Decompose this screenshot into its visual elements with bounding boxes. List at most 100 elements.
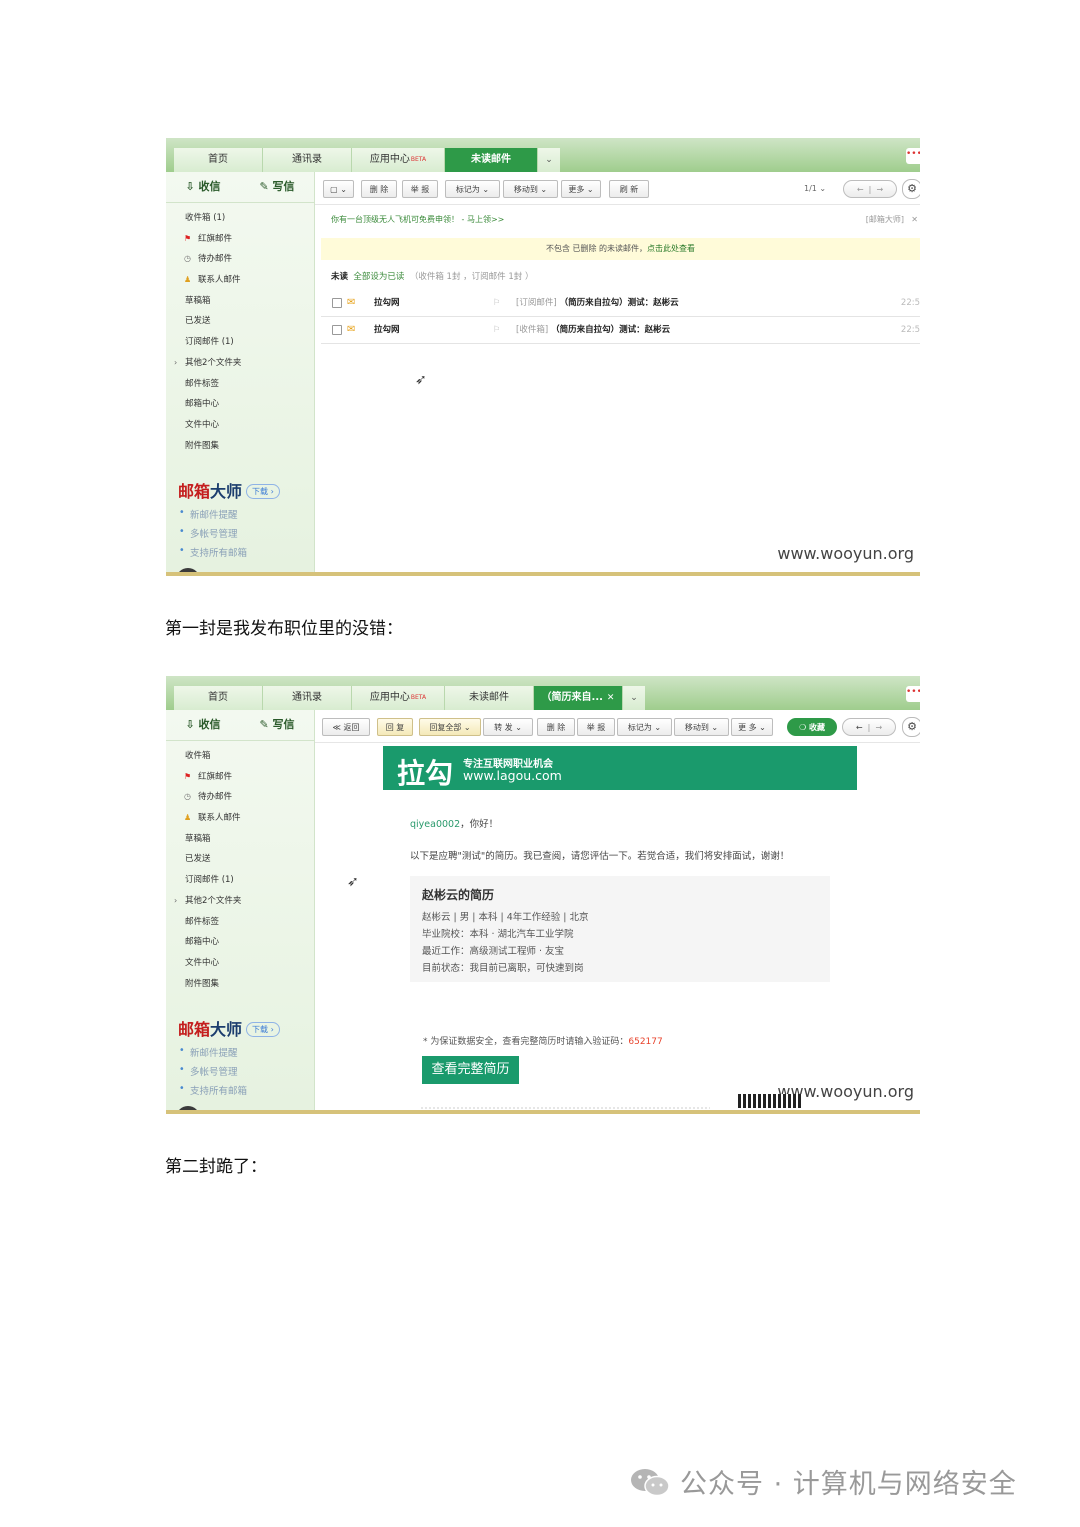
more-dropdown[interactable]: 更多 ⌄ <box>561 180 601 198</box>
mark-all-read-link[interactable]: 全部设为已读 <box>353 272 404 282</box>
folder-flagged[interactable]: ⚑ 红旗邮件 <box>166 767 314 788</box>
refresh-button[interactable]: 刷 新 <box>609 180 649 198</box>
folder-label: 其他2个文件夹 <box>185 357 242 368</box>
tab-contacts[interactable]: 通讯录 <box>263 148 352 172</box>
mail-row[interactable]: ✉ 拉勾网 ⚐ [收件箱] （简历来自拉勾）测试：赵彬云 22:5 <box>321 317 920 344</box>
folder-contacts-mail[interactable]: ♟ 联系人邮件 <box>166 808 314 829</box>
folder-flagged[interactable]: ⚑ 红旗邮件 <box>166 229 314 250</box>
banner-url[interactable]: www.lagou.com <box>463 768 562 783</box>
prev-next-arrows[interactable]: ← | → <box>843 180 897 198</box>
view-here-link[interactable]: 点击此处查看 <box>647 244 695 253</box>
report-button[interactable]: 举 报 <box>577 718 615 736</box>
list-toolbar: ▢ ⌄ 删 除 举 报 标记为 ⌄ 移动到 ⌄ 更多 ⌄ 刷 新 1/1 ⌄ ←… <box>315 172 920 205</box>
receive-label: 收信 <box>198 180 221 193</box>
receive-mail-button[interactable]: ⇩ 收信 <box>166 710 240 740</box>
folder-attachments[interactable]: 附件图集 <box>166 974 314 995</box>
delete-button[interactable]: 删 除 <box>361 180 397 198</box>
folder-todo[interactable]: ◷ 待办邮件 <box>166 787 314 808</box>
arrow-left-icon[interactable]: ← <box>856 723 863 732</box>
view-full-resume-button[interactable]: 查看完整简历 <box>422 1056 519 1084</box>
move-to-dropdown[interactable]: 移动到 ⌄ <box>503 180 558 198</box>
contact-icon: ♟ <box>184 813 192 823</box>
tab-unread-mail[interactable]: 未读邮件 <box>445 148 538 172</box>
folder-file-center[interactable]: 文件中心 <box>166 953 314 974</box>
report-button[interactable]: 举 报 <box>402 180 438 198</box>
verify-code: 652177 <box>628 1037 663 1047</box>
contact-icon: ♟ <box>184 275 192 285</box>
select-all-checkbox[interactable]: ▢ ⌄ <box>323 180 354 198</box>
folder-other[interactable]: › 其他2个文件夹 <box>166 353 314 374</box>
reply-button[interactable]: 回 复 <box>377 718 413 736</box>
delete-button[interactable]: 删 除 <box>537 718 575 736</box>
folder-attachments[interactable]: 附件图集 <box>166 436 314 457</box>
folder-other[interactable]: › 其他2个文件夹 <box>166 891 314 912</box>
collect-button[interactable]: ❍ 收藏 <box>787 718 837 736</box>
chevron-down-icon[interactable]: ⌄ <box>538 148 560 172</box>
close-icon[interactable]: ✕ <box>911 212 918 228</box>
arrow-right-icon[interactable]: → <box>876 185 883 194</box>
gear-icon[interactable]: ⚙ <box>902 717 920 737</box>
arrow-left-icon[interactable]: ← <box>857 185 864 194</box>
gear-icon[interactable]: ⚙ <box>902 179 920 199</box>
tab-app-center[interactable]: 应用中心BETA <box>352 686 445 710</box>
prev-next-arrows[interactable]: ← | → <box>842 718 896 736</box>
flag-icon: ⚑ <box>184 771 192 781</box>
flag-outline-icon[interactable]: ⚐ <box>493 290 501 316</box>
folder-file-center[interactable]: 文件中心 <box>166 415 314 436</box>
more-dots-icon[interactable]: ••• <box>906 148 920 164</box>
promo-item: 支持所有邮箱 <box>178 1083 308 1097</box>
promo-item: 多帐号管理 <box>178 1064 308 1078</box>
reply-all-button[interactable]: 回复全部 ⌄ <box>419 718 481 736</box>
folder-inbox[interactable]: 收件箱 <box>166 746 314 767</box>
more-dots-icon[interactable]: ••• <box>906 686 920 702</box>
write-mail-button[interactable]: ✎ 写信 <box>240 710 314 740</box>
inbox-download-icon: ⇩ <box>185 718 195 731</box>
flag-outline-icon[interactable]: ⚐ <box>493 317 501 343</box>
folder-mail-center[interactable]: 邮箱中心 <box>166 932 314 953</box>
write-mail-button[interactable]: ✎ 写信 <box>240 172 314 202</box>
receive-mail-button[interactable]: ⇩ 收信 <box>166 172 240 202</box>
download-button[interactable]: 下载 › <box>246 1022 280 1037</box>
row-checkbox[interactable] <box>332 325 342 335</box>
tab-open-mail[interactable]: （简历来自... ✕ <box>534 686 623 710</box>
chevron-down-icon[interactable]: ⌄ <box>464 723 471 732</box>
folder-tags[interactable]: 邮件标签 <box>166 374 314 395</box>
chevron-down-icon[interactable]: ⌄ <box>515 723 522 732</box>
folder-drafts[interactable]: 草稿箱 <box>166 829 314 850</box>
forward-button[interactable]: 转 发 ⌄ <box>483 718 533 736</box>
tab-home[interactable]: 首页 <box>174 686 263 710</box>
arrow-right-icon[interactable]: → <box>875 723 882 732</box>
mail-row[interactable]: ✉ 拉勾网 ⚐ [订阅邮件] （简历来自拉勾）测试：赵彬云 22:5 <box>321 290 920 317</box>
move-to-dropdown[interactable]: 移动到 ⌄ <box>674 718 729 736</box>
tab-home[interactable]: 首页 <box>174 148 263 172</box>
notice-text[interactable]: 你有一台顶级无人飞机可免费申领！ - 马上领>> <box>331 215 504 224</box>
folder-tags[interactable]: 邮件标签 <box>166 912 314 933</box>
folder-label: 联系人邮件 <box>198 275 241 286</box>
tab-contacts[interactable]: 通讯录 <box>263 686 352 710</box>
folder-inbox[interactable]: 收件箱 (1) <box>166 208 314 229</box>
page-indicator[interactable]: 1/1 ⌄ <box>804 184 826 193</box>
tab-unread-mail[interactable]: 未读邮件 <box>445 686 534 710</box>
folder-drafts[interactable]: 草稿箱 <box>166 291 314 312</box>
row-checkbox[interactable] <box>332 298 342 308</box>
wechat-icon <box>631 1469 670 1497</box>
folder-mail-center[interactable]: 邮箱中心 <box>166 394 314 415</box>
close-icon[interactable]: ✕ <box>607 693 615 703</box>
folder-sent[interactable]: 已发送 <box>166 849 314 870</box>
folder-subscriptions[interactable]: 订阅邮件 (1) <box>166 870 314 891</box>
folder-sent[interactable]: 已发送 <box>166 311 314 332</box>
mark-as-dropdown[interactable]: 标记为 ⌄ <box>617 718 672 736</box>
folder-contacts-mail[interactable]: ♟ 联系人邮件 <box>166 270 314 291</box>
mark-as-dropdown[interactable]: 标记为 ⌄ <box>445 180 500 198</box>
download-button[interactable]: 下载 › <box>246 484 280 499</box>
tab-app-center[interactable]: 应用中心BETA <box>352 148 445 172</box>
back-button[interactable]: ≪ 返回 <box>322 718 370 736</box>
more-dropdown[interactable]: 更 多 ⌄ <box>731 718 773 736</box>
folder-todo[interactable]: ◷ 待办邮件 <box>166 249 314 270</box>
folder-subscriptions[interactable]: 订阅邮件 (1) <box>166 332 314 353</box>
promo-notice[interactable]: 你有一台顶级无人飞机可免费申领！ - 马上领>> [邮箱大师] ✕ <box>321 212 920 228</box>
flag-icon: ⚑ <box>184 233 192 243</box>
row-time: 22:5 <box>900 298 920 308</box>
chevron-down-icon[interactable]: ⌄ <box>623 686 645 710</box>
envelope-icon: ✉ <box>347 297 356 308</box>
